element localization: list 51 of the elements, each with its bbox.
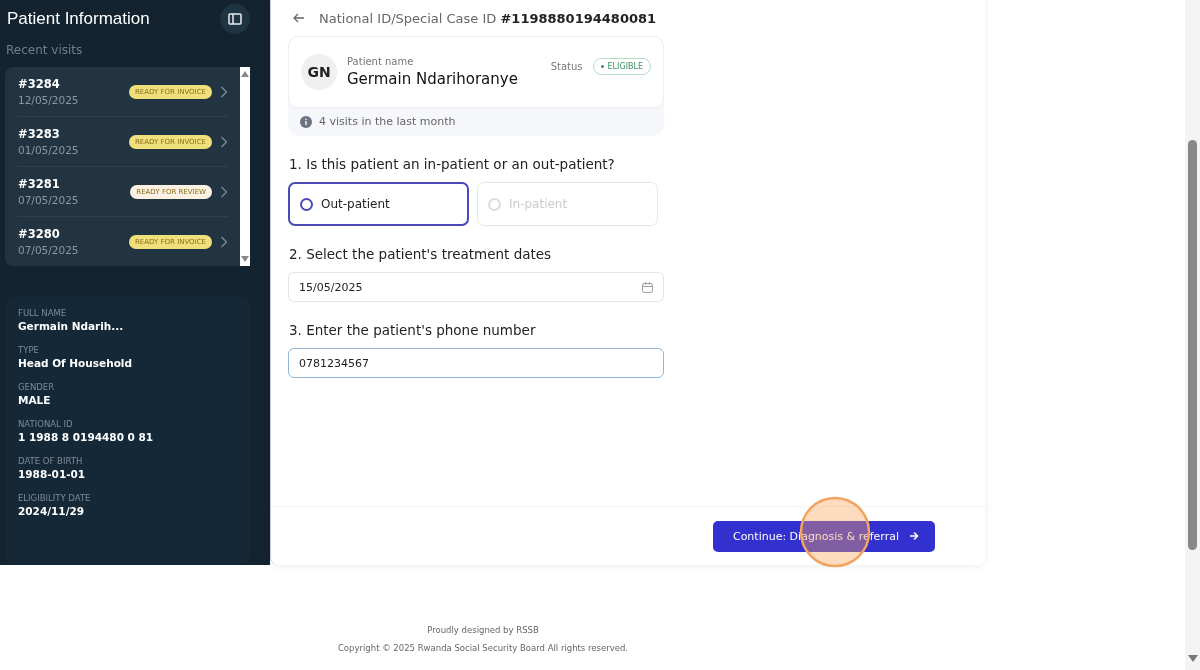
phone-input-field[interactable]: 0781234567 <box>288 348 664 378</box>
section-label: Recent visits <box>6 43 84 57</box>
patient-name-label: Patient name <box>347 56 415 67</box>
patient-name: Germain Ndarihoranye <box>347 70 519 88</box>
sidebar-toggle-button[interactable] <box>220 4 250 34</box>
visit-id: #3281 <box>18 177 61 191</box>
question-label: 1. Is this patient an in-patient or an out-patient? <box>289 156 616 172</box>
detail-label: TYPE <box>18 345 40 355</box>
scroll-down-icon[interactable] <box>1187 655 1198 662</box>
question-label: 3. Enter the patient's phone number <box>289 322 537 338</box>
scroll-down-icon[interactable] <box>241 256 249 262</box>
chevron-right-icon <box>220 185 228 198</box>
copyright-text: Copyright © 2025 Rwanda Social Security Board All rights reserved. <box>337 643 629 653</box>
detail-value: 1 1988 8 0194480 0 81 <box>18 431 155 443</box>
avatar: GN <box>301 54 337 90</box>
visit-id: #3284 <box>18 77 61 91</box>
scrollbar[interactable] <box>240 67 250 266</box>
detail-value: 2024/11/29 <box>18 505 86 517</box>
chevron-right-icon <box>220 235 228 248</box>
visit-id: #3280 <box>18 227 61 241</box>
footer-credit: Proudly designed by RSSB <box>427 625 539 635</box>
visit-date: 01/05/2025 <box>18 144 80 156</box>
calendar-icon[interactable] <box>642 281 653 293</box>
radio-option[interactable]: Out-patient <box>288 182 469 226</box>
visits-note: 4 visits in the last month <box>319 115 456 128</box>
visit-date: 07/05/2025 <box>18 194 80 206</box>
sidebar-title: Patient Information <box>7 9 150 29</box>
visit-id: #3283 <box>18 127 61 141</box>
detail-label: FULL NAME <box>18 308 68 318</box>
page-title: National ID/Special Case ID #1198880194480081 <box>319 10 657 26</box>
arrow-right-icon <box>909 531 919 541</box>
back-arrow-icon[interactable] <box>293 13 305 23</box>
visit-date: 12/05/2025 <box>18 94 80 106</box>
detail-label: ELIGIBILITY DATE <box>18 493 92 503</box>
status-label: Status <box>550 60 583 72</box>
detail-label: DATE OF BIRTH <box>18 456 84 466</box>
chevron-right-icon <box>220 85 228 98</box>
question-label: 2. Select the patient's treatment dates <box>289 246 553 262</box>
detail-value: Head Of Household <box>18 357 133 369</box>
detail-label: NATIONAL ID <box>18 419 74 429</box>
sidebar-icon <box>228 13 242 25</box>
detail-label: GENDER <box>18 382 56 392</box>
chevron-right-icon <box>220 135 228 148</box>
detail-value: 1988-01-01 <box>18 468 87 480</box>
info-icon <box>300 115 312 128</box>
detail-value: MALE <box>18 394 52 406</box>
scroll-up-icon[interactable] <box>241 71 249 77</box>
date-field[interactable]: 15/05/2025 <box>288 272 664 302</box>
visit-date: 07/05/2025 <box>18 244 80 256</box>
detail-value: Germain Ndarih... <box>18 320 125 332</box>
page-scrollbar[interactable] <box>1185 0 1200 670</box>
